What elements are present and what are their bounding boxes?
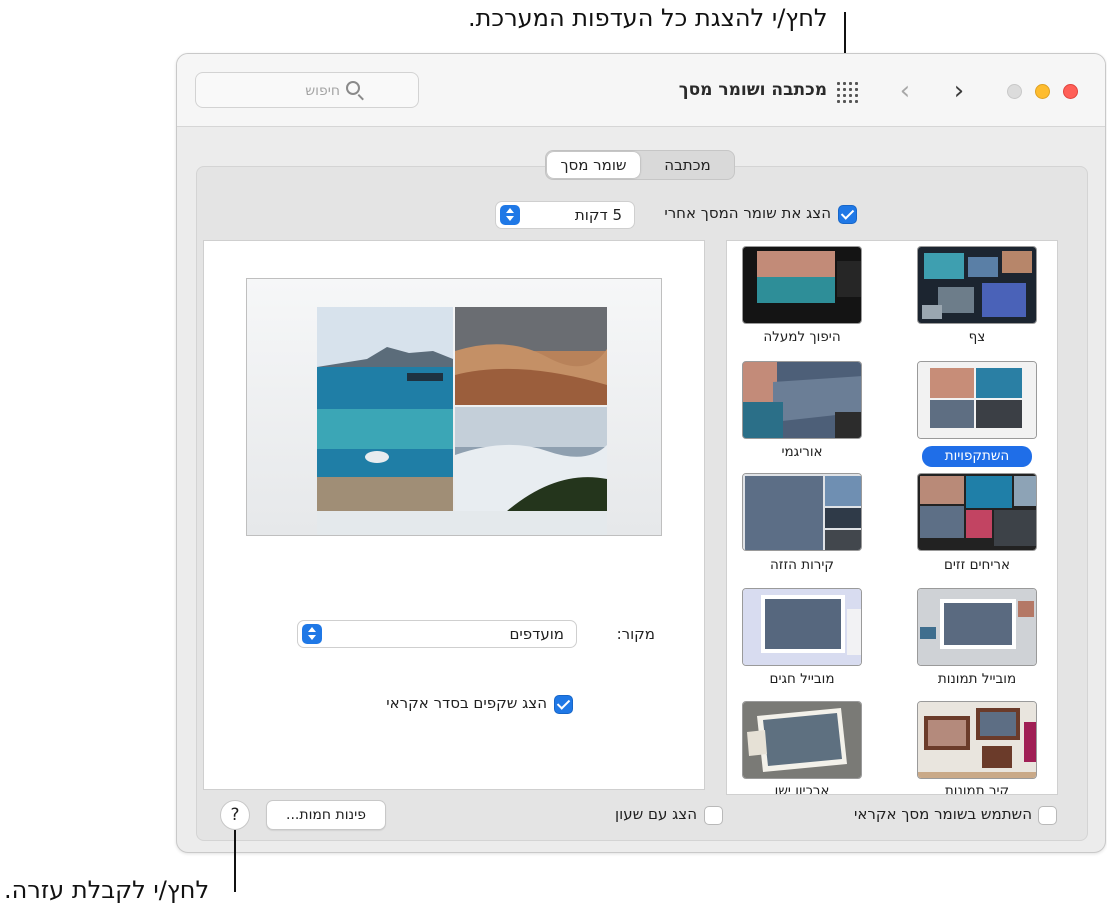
- show-all-grid-icon[interactable]: [837, 82, 858, 103]
- saver-label-photo-wall: קיר תמונות: [944, 783, 1010, 795]
- saver-label-flip-up: היפוך למעלה: [763, 329, 841, 345]
- shuffle-checkbox[interactable]: [554, 695, 573, 714]
- search-icon: [346, 81, 360, 95]
- thumbnail-photo-mobile-image: [918, 589, 1036, 665]
- show-after-label: הצג את שומר המסך אחרי: [664, 204, 831, 222]
- tab-desktop[interactable]: מכתבה: [641, 151, 734, 179]
- tab-screen-saver[interactable]: שומר מסך: [547, 152, 640, 178]
- title-bar: › ‹ מכתבה ושומר מסך: [177, 54, 1105, 127]
- saver-thumb-holiday-mobile[interactable]: [742, 588, 862, 666]
- preferences-window: › ‹ מכתבה ושומר מסך מכתבה שומר מסך הצג א…: [176, 53, 1106, 853]
- source-popup[interactable]: מועדפים: [297, 620, 577, 648]
- source-label: מקור:: [616, 625, 655, 643]
- thumbnail-origami-image: [743, 362, 861, 438]
- show-clock-checkbox[interactable]: [704, 806, 723, 825]
- saver-thumb-photo-mobile[interactable]: [917, 588, 1037, 666]
- thumbnail-vintage-prints-image: [743, 702, 861, 778]
- saver-label-vintage-prints: ארכיון ישן: [774, 783, 830, 795]
- thumbnail-floating-image: [918, 247, 1036, 323]
- popup-arrows-icon: [500, 205, 520, 225]
- saver-thumb-sliding-panels[interactable]: [742, 473, 862, 551]
- saver-label-shifting-tiles: אריחים זזים: [943, 557, 1011, 573]
- saver-label-reflections: השתקפויות: [922, 446, 1032, 467]
- search-input[interactable]: [216, 81, 340, 101]
- popup-arrows-icon: [302, 624, 322, 644]
- saver-label-photo-mobile: מובייל תמונות: [937, 671, 1017, 687]
- random-saver-checkbox[interactable]: [1038, 806, 1057, 825]
- show-clock-label: הצג עם שעון: [615, 805, 697, 823]
- thumbnail-reflections-image: [918, 362, 1036, 438]
- thumbnail-holiday-mobile-image: [743, 589, 861, 665]
- callout-system-preferences: לחץ/י להצגת כל העדפות המערכת.: [468, 4, 828, 32]
- saver-thumb-vintage-prints[interactable]: [742, 701, 862, 779]
- saver-thumb-floating[interactable]: [917, 246, 1037, 324]
- random-saver-label: השתמש בשומר מסך אקראי: [854, 805, 1032, 823]
- tab-bar: מכתבה שומר מסך: [545, 150, 735, 180]
- saver-thumb-flip-up[interactable]: [742, 246, 862, 324]
- window-title: מכתבה ושומר מסך: [678, 80, 827, 100]
- zoom-window-button[interactable]: [1007, 84, 1022, 99]
- preview-collage-image: [317, 307, 607, 535]
- saver-thumb-reflections[interactable]: [917, 361, 1037, 439]
- minimize-window-button[interactable]: [1035, 84, 1050, 99]
- show-after-checkbox[interactable]: [838, 205, 857, 224]
- thumbnail-shifting-tiles-image: [918, 474, 1036, 550]
- thumbnail-sliding-panels-image: [743, 474, 861, 550]
- screen-saver-list[interactable]: צף היפוך למעלה השתקפויות אוריגמי אריחים …: [726, 240, 1058, 795]
- saver-label-holiday-mobile: מובייל חגים: [769, 671, 835, 687]
- search-field[interactable]: [195, 72, 419, 108]
- show-after-popup[interactable]: 5 דקות: [495, 201, 635, 229]
- thumbnail-photo-wall-image: [918, 702, 1036, 778]
- source-value: מועדפים: [509, 625, 564, 643]
- saver-label-origami: אוריגמי: [781, 444, 823, 460]
- saver-thumb-origami[interactable]: [742, 361, 862, 439]
- saver-label-sliding-panels: קירות הזזה: [769, 557, 835, 573]
- screen-saver-preview: [246, 278, 662, 536]
- forward-button[interactable]: ›: [945, 76, 973, 106]
- saver-label-floating: צף: [968, 329, 986, 345]
- callout-help: לחץ/י לקבלת עזרה.: [4, 876, 210, 904]
- thumbnail-flip-up-image: [743, 247, 861, 323]
- help-button[interactable]: ?: [220, 800, 250, 830]
- hot-corners-button[interactable]: פינות חמות...: [266, 800, 386, 830]
- saver-thumb-photo-wall[interactable]: [917, 701, 1037, 779]
- callout-line-bottom: [234, 830, 236, 892]
- close-window-button[interactable]: [1063, 84, 1078, 99]
- shuffle-label: הצג שקפים בסדר אקראי: [386, 694, 547, 712]
- show-after-value: 5 דקות: [574, 206, 622, 224]
- back-button[interactable]: ‹: [891, 76, 919, 106]
- saver-thumb-shifting-tiles[interactable]: [917, 473, 1037, 551]
